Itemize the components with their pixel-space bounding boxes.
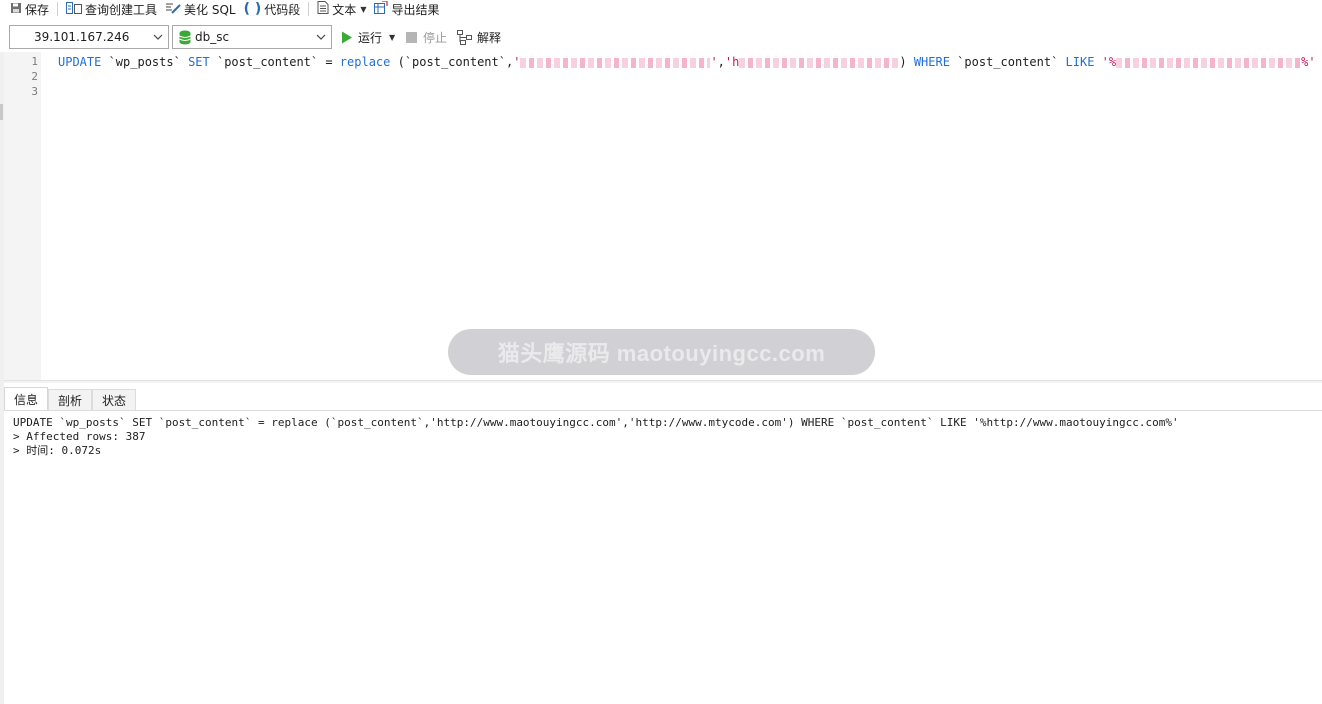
- code-snippet-button[interactable]: ( ) 代码段: [240, 0, 305, 18]
- stop-icon: [406, 32, 417, 43]
- sql-identifier: `post_content`: [949, 55, 1066, 69]
- run-label: 运行: [358, 31, 383, 45]
- beautify-icon: [165, 2, 181, 17]
- server-select[interactable]: 39.101.167.246: [9, 25, 169, 49]
- sql-keyword: UPDATE: [58, 55, 102, 69]
- sql-keyword: WHERE: [906, 55, 950, 69]
- explain-icon: [457, 30, 472, 45]
- chevron-down-icon: ▼: [360, 4, 367, 14]
- redacted-text: [1116, 57, 1302, 68]
- sql-function: replace: [339, 55, 391, 69]
- export-icon: [374, 0, 389, 17]
- sql-identifier: `post_content` =: [209, 55, 340, 69]
- result-tabs: 信息 剖析 状态: [4, 387, 137, 410]
- server-value: 39.101.167.246: [34, 30, 130, 44]
- left-panel-handle[interactable]: [0, 104, 3, 120]
- stop-label: 停止: [423, 31, 448, 45]
- tab-divider: [4, 410, 1322, 411]
- sql-keyword: SET: [188, 55, 210, 69]
- result-message-panel: UPDATE `wp_posts` SET `post_content` = r…: [13, 416, 1179, 458]
- tab-status[interactable]: 状态: [92, 389, 137, 410]
- export-results-label: 导出结果: [391, 2, 440, 17]
- query-builder-button[interactable]: 查询创建工具: [62, 0, 161, 18]
- sql-string: 'h: [724, 55, 740, 69]
- stop-button[interactable]: 停止: [406, 29, 447, 46]
- main-toolbar: 保存 查询创建工具 美化 SQL ( ) 代码段 文本 ▼ 导出结果: [0, 0, 1322, 18]
- code-snippet-label: 代码段: [264, 2, 301, 17]
- result-line: > 时间: 0.072s: [13, 444, 102, 457]
- chevron-down-icon: [316, 34, 326, 40]
- document-icon: [317, 1, 329, 17]
- result-line: > Affected rows: 387: [13, 430, 146, 443]
- sql-string: ': [513, 55, 521, 69]
- database-select[interactable]: db_sc: [172, 25, 332, 49]
- sql-punct: ,: [717, 55, 725, 69]
- save-icon: [10, 2, 22, 17]
- sql-string: ': [710, 55, 718, 69]
- chevron-down-icon: [153, 34, 163, 40]
- redacted-text: [520, 57, 711, 68]
- sql-string: '%: [1094, 55, 1117, 69]
- database-value: db_sc: [195, 30, 230, 44]
- save-label: 保存: [25, 2, 50, 17]
- line-number: 2: [31, 70, 38, 83]
- sql-code-line: UPDATE `wp_posts` SET `post_content` = r…: [58, 55, 1316, 69]
- line-number-gutter: 1 2 3: [4, 52, 41, 380]
- redacted-text: [739, 57, 900, 68]
- watermark: 猫头鹰源码 maotouyingcc.com: [448, 329, 875, 375]
- beautify-sql-label: 美化 SQL: [184, 2, 236, 17]
- line-number: 1: [31, 55, 38, 68]
- pane-splitter[interactable]: [4, 380, 1322, 383]
- text-mode-dropdown[interactable]: 文本 ▼: [313, 0, 370, 18]
- sql-identifier: (`post_content`,: [390, 55, 514, 69]
- run-button[interactable]: 运行 ▼: [341, 29, 395, 46]
- sql-identifier: `wp_posts`: [101, 55, 189, 69]
- chevron-down-icon[interactable]: ▼: [389, 33, 395, 42]
- sql-keyword: LIKE: [1065, 55, 1095, 69]
- tab-info[interactable]: 信息: [4, 387, 49, 410]
- toolbar-separator: [308, 2, 310, 16]
- sql-string: %': [1301, 55, 1316, 69]
- line-number: 3: [31, 85, 38, 98]
- database-icon: [179, 30, 191, 45]
- play-icon: [342, 31, 352, 44]
- text-mode-label: 文本: [332, 2, 357, 17]
- query-builder-icon: [66, 1, 83, 17]
- sql-punct: ): [899, 55, 907, 69]
- result-line: UPDATE `wp_posts` SET `post_content` = r…: [13, 416, 1179, 429]
- code-snippet-icon: ( ): [243, 1, 262, 17]
- explain-button[interactable]: 解释: [457, 29, 501, 46]
- tab-profile[interactable]: 剖析: [48, 389, 93, 410]
- export-results-button[interactable]: 导出结果: [370, 0, 443, 18]
- toolbar-separator: [57, 2, 59, 16]
- save-button[interactable]: 保存: [0, 0, 53, 18]
- query-builder-label: 查询创建工具: [85, 2, 158, 17]
- beautify-sql-button[interactable]: 美化 SQL: [161, 0, 240, 18]
- explain-label: 解释: [477, 31, 502, 45]
